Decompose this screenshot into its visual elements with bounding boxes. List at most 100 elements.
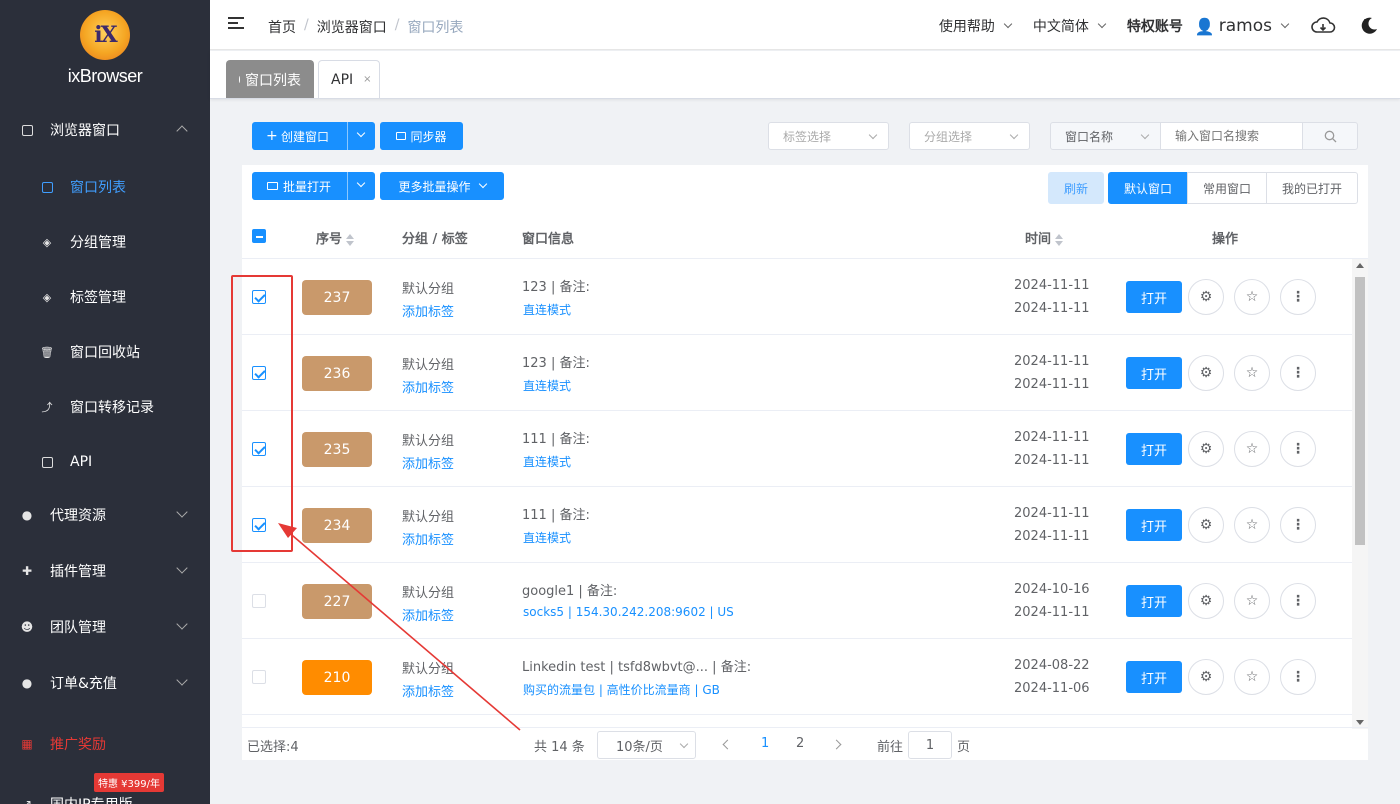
- cloud-download-icon[interactable]: [1310, 15, 1336, 37]
- table-row[interactable]: 210 默认分组 添加标签 Linkedin test | tsfd8wbvt@...…: [242, 639, 1352, 715]
- add-tag-link[interactable]: 添加标签: [402, 377, 454, 396]
- dark-mode-moon-icon[interactable]: [1358, 15, 1380, 37]
- sidebar-item-tag-management[interactable]: ◈ 标签管理: [0, 277, 210, 317]
- table-row[interactable]: 236 默认分组 添加标签 123 | 备注: 直连模式 2024-11-11 2024-1…: [242, 335, 1352, 411]
- chevron-down-icon[interactable]: [356, 128, 366, 138]
- menu-toggle-icon[interactable]: [228, 17, 244, 31]
- row-checkbox[interactable]: [252, 366, 266, 380]
- brand-logo[interactable]: iX ixBrowser: [0, 10, 210, 90]
- create-window-button[interactable]: + 创建窗口: [252, 122, 375, 150]
- favorite-button[interactable]: ☆: [1234, 279, 1270, 315]
- chevron-down-icon[interactable]: [356, 178, 366, 188]
- proxy-mode-link[interactable]: socks5 | 154.30.242.208:9602 | US: [523, 605, 734, 619]
- sidebar-item-plugin-management[interactable]: ✚ 插件管理: [0, 551, 210, 591]
- group-select[interactable]: 分组选择: [909, 122, 1030, 150]
- favorite-button[interactable]: ☆: [1234, 431, 1270, 467]
- add-tag-link[interactable]: 添加标签: [402, 605, 454, 624]
- sidebar-item-orders-recharge[interactable]: ● 订单&充值: [0, 663, 210, 703]
- help-dropdown[interactable]: 使用帮助: [939, 16, 1013, 36]
- settings-button[interactable]: ⚙: [1188, 507, 1224, 543]
- more-actions-button[interactable]: ⋮: [1280, 659, 1316, 695]
- more-actions-button[interactable]: ⋮: [1280, 507, 1316, 543]
- page-1[interactable]: 1: [761, 736, 769, 751]
- breadcrumb-browser-windows[interactable]: 浏览器窗口: [317, 17, 387, 37]
- table-scrollbar[interactable]: [1352, 259, 1368, 729]
- filter-common-windows[interactable]: 常用窗口: [1187, 172, 1267, 204]
- user-dropdown[interactable]: 特权账号 👤 ramos: [1127, 16, 1290, 36]
- scrollbar-thumb[interactable]: [1355, 277, 1365, 545]
- favorite-button[interactable]: ☆: [1234, 659, 1270, 695]
- more-actions-button[interactable]: ⋮: [1280, 431, 1316, 467]
- sidebar-item-domestic-ip[interactable]: ↗ 国内IP专用版: [0, 784, 210, 804]
- sidebar-item-api[interactable]: API: [0, 442, 210, 482]
- add-tag-link[interactable]: 添加标签: [402, 529, 454, 548]
- table-row[interactable]: 227 默认分组 添加标签 google1 | 备注: socks5 | 154.30.…: [242, 563, 1352, 639]
- page-size-select[interactable]: 10条/页: [597, 731, 696, 759]
- synchronizer-button[interactable]: 同步器: [380, 122, 463, 150]
- batch-open-button[interactable]: 批量打开: [252, 172, 375, 200]
- add-tag-link[interactable]: 添加标签: [402, 453, 454, 472]
- settings-button[interactable]: ⚙: [1188, 659, 1224, 695]
- add-tag-link[interactable]: 添加标签: [402, 681, 454, 700]
- search-field-select[interactable]: 窗口名称: [1050, 122, 1161, 150]
- more-actions-button[interactable]: ⋮: [1280, 355, 1316, 391]
- sidebar-item-promotion-rewards[interactable]: ▦ 推广奖励: [0, 724, 210, 764]
- close-icon[interactable]: ×: [363, 74, 371, 85]
- refresh-button[interactable]: 刷新: [1048, 172, 1104, 204]
- row-checkbox[interactable]: [252, 290, 266, 304]
- settings-button[interactable]: ⚙: [1188, 431, 1224, 467]
- select-all-checkbox[interactable]: [252, 229, 266, 243]
- open-window-button[interactable]: 打开: [1126, 281, 1182, 313]
- proxy-mode-link[interactable]: 直连模式: [523, 529, 571, 546]
- tab-window-list[interactable]: 窗口列表: [226, 60, 314, 98]
- open-window-button[interactable]: 打开: [1126, 585, 1182, 617]
- favorite-button[interactable]: ☆: [1234, 583, 1270, 619]
- filter-default-windows[interactable]: 默认窗口: [1108, 172, 1188, 204]
- open-window-button[interactable]: 打开: [1126, 433, 1182, 465]
- favorite-button[interactable]: ☆: [1234, 355, 1270, 391]
- search-input[interactable]: [1160, 122, 1303, 150]
- goto-page-input[interactable]: 1: [908, 731, 952, 759]
- proxy-mode-link[interactable]: 直连模式: [523, 453, 571, 470]
- tab-api[interactable]: API ×: [318, 60, 380, 98]
- sidebar-item-transfer-records[interactable]: ⤴ 窗口转移记录: [0, 387, 210, 427]
- col-index[interactable]: 序号: [316, 228, 355, 247]
- sidebar-item-window-list[interactable]: 窗口列表: [0, 167, 210, 207]
- more-actions-button[interactable]: ⋮: [1280, 583, 1316, 619]
- scroll-up-icon[interactable]: [1356, 263, 1364, 268]
- row-checkbox[interactable]: [252, 442, 266, 456]
- proxy-mode-link[interactable]: 直连模式: [523, 301, 571, 318]
- filter-my-opened[interactable]: 我的已打开: [1266, 172, 1358, 204]
- next-page-icon[interactable]: [831, 739, 842, 750]
- proxy-mode-link[interactable]: 购买的流量包 | 高性价比流量商 | GB: [523, 681, 720, 698]
- row-checkbox[interactable]: [252, 670, 266, 684]
- open-window-button[interactable]: 打开: [1126, 509, 1182, 541]
- row-checkbox[interactable]: [252, 594, 266, 608]
- sidebar-item-browser-windows[interactable]: 浏览器窗口: [0, 110, 210, 150]
- search-button[interactable]: [1302, 122, 1358, 150]
- add-tag-link[interactable]: 添加标签: [402, 301, 454, 320]
- more-batch-operations-button[interactable]: 更多批量操作: [380, 172, 504, 200]
- open-window-button[interactable]: 打开: [1126, 357, 1182, 389]
- page-2[interactable]: 2: [796, 736, 804, 751]
- table-row[interactable]: 235 默认分组 添加标签 111 | 备注: 直连模式 2024-11-11 2024-1…: [242, 411, 1352, 487]
- sidebar-item-group-management[interactable]: ◈ 分组管理: [0, 222, 210, 262]
- table-row[interactable]: 234 默认分组 添加标签 111 | 备注: 直连模式 2024-11-11 2024-1…: [242, 487, 1352, 563]
- breadcrumb-home[interactable]: 首页: [268, 17, 296, 37]
- tag-select[interactable]: 标签选择: [768, 122, 889, 150]
- favorite-button[interactable]: ☆: [1234, 507, 1270, 543]
- language-dropdown[interactable]: 中文简体: [1033, 16, 1107, 36]
- sidebar-item-team-management[interactable]: ☻ 团队管理: [0, 607, 210, 647]
- col-time[interactable]: 时间: [1025, 228, 1064, 247]
- settings-button[interactable]: ⚙: [1188, 583, 1224, 619]
- open-window-button[interactable]: 打开: [1126, 661, 1182, 693]
- sidebar-item-proxy-resources[interactable]: ● 代理资源: [0, 495, 210, 535]
- more-actions-button[interactable]: ⋮: [1280, 279, 1316, 315]
- settings-button[interactable]: ⚙: [1188, 279, 1224, 315]
- prev-page-icon[interactable]: [722, 739, 733, 750]
- proxy-mode-link[interactable]: 直连模式: [523, 377, 571, 394]
- sidebar-item-recycle-bin[interactable]: 🗑 窗口回收站: [0, 332, 210, 372]
- settings-button[interactable]: ⚙: [1188, 355, 1224, 391]
- row-checkbox[interactable]: [252, 518, 266, 532]
- scroll-down-icon[interactable]: [1356, 720, 1364, 725]
